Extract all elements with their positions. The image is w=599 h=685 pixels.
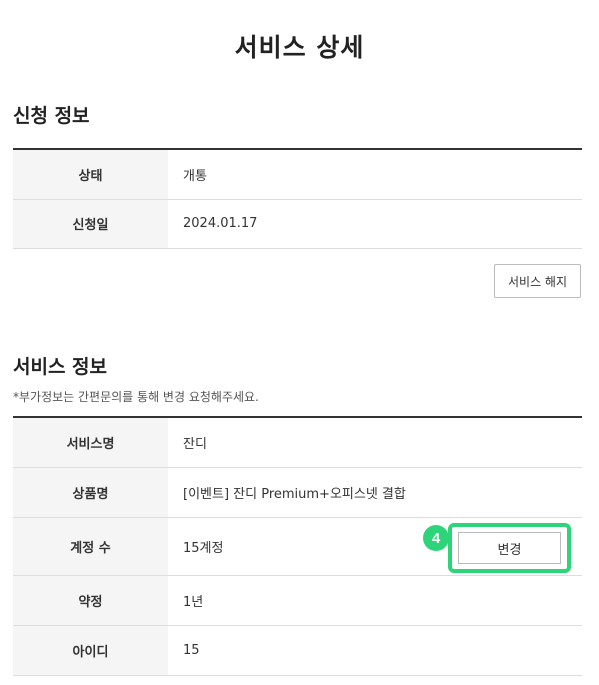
account-count-label: 계정 수 [13, 517, 168, 576]
table-row: 서비스명 잔디 [13, 417, 582, 468]
user-id-label: 아이디 [13, 625, 168, 676]
table-row: 아이디 15 [13, 625, 582, 676]
contract-value: 1년 [168, 575, 582, 626]
cancel-service-button[interactable]: 서비스 해지 [494, 264, 581, 298]
step-number-badge: 4 [423, 525, 449, 551]
product-name-label: 상품명 [13, 467, 168, 518]
product-name-value: [이벤트] 잔디 Premium+오피스넷 결합 [168, 467, 582, 518]
table-row: 약정 1년 [13, 575, 582, 626]
apply-date-label: 신청일 [13, 199, 168, 249]
page-title: 서비스 상세 [234, 33, 365, 62]
change-button-highlight: 변경 [448, 523, 571, 573]
table-row: 상품명 [이벤트] 잔디 Premium+오피스넷 결합 [13, 467, 582, 518]
table-row: 신청일 2024.01.17 [13, 199, 582, 249]
change-account-button[interactable]: 변경 [458, 532, 561, 564]
application-info-table: 상태 개통 신청일 2024.01.17 [13, 148, 582, 249]
application-info-title: 신청 정보 [13, 105, 90, 127]
service-info-note: *부가정보는 간편문의를 통해 변경 요청해주세요. [13, 390, 259, 404]
service-name-label: 서비스명 [13, 417, 168, 468]
table-row: 상태 개통 [13, 149, 582, 200]
service-name-value: 잔디 [168, 417, 582, 468]
status-value: 개통 [168, 149, 582, 200]
apply-date-value: 2024.01.17 [168, 199, 582, 249]
user-id-value: 15 [168, 625, 582, 676]
service-info-title: 서비스 정보 [13, 356, 108, 378]
status-label: 상태 [13, 149, 168, 200]
contract-label: 약정 [13, 575, 168, 626]
